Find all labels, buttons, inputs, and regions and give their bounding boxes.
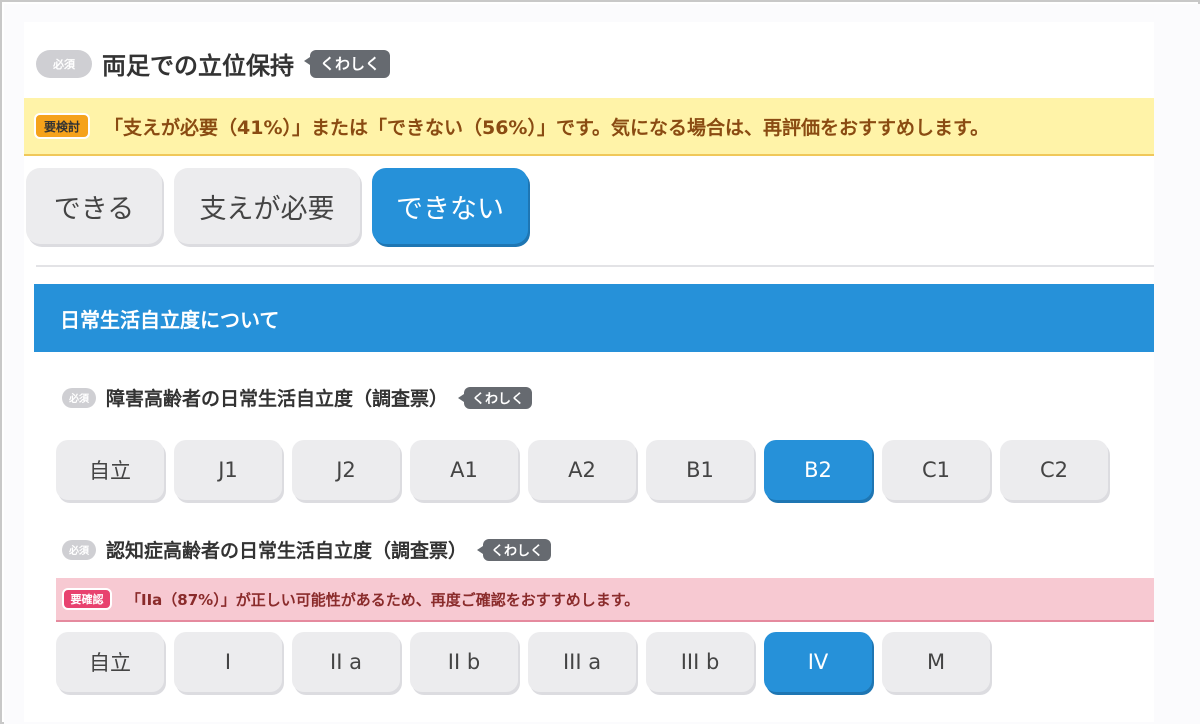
review-alert-text: 「支えが必要（41%）」または「できない（56%）」です。気になる場合は、再評価… (104, 116, 990, 139)
required-badge: 必須 (36, 49, 92, 78)
option-button[interactable]: C2 (1000, 440, 1108, 500)
option-button[interactable]: B2 (764, 440, 872, 500)
option-button[interactable]: I (174, 632, 282, 692)
question-label: 両足での立位保持 (102, 52, 294, 80)
option-button[interactable]: II a (292, 632, 400, 692)
option-button[interactable]: III a (528, 632, 636, 692)
page-canvas: 必須 両足での立位保持 くわしく 要検討 「支えが必要（41%）」または「できな… (4, 4, 1200, 724)
option-button[interactable]: IV (764, 632, 872, 692)
confirm-alert-text: 「IIa（87%）」が正しい可能性があるため、再度ご確認をおすすめします。 (126, 590, 640, 609)
detail-link[interactable]: くわしく (477, 538, 552, 561)
question-title-standing: 必須 両足での立位保持 くわしく (36, 46, 391, 81)
option-button[interactable]: A2 (528, 440, 636, 500)
option-can[interactable]: できる (26, 168, 162, 244)
option-button[interactable]: A1 (410, 440, 518, 500)
option-button[interactable]: M (882, 632, 990, 692)
question-title-disability: 必須 障害高齢者の日常生活自立度（調査票） くわしく (62, 384, 533, 411)
question-label: 障害高齢者の日常生活自立度（調査票） (106, 388, 449, 410)
confirm-badge: 要確認 (62, 588, 112, 610)
option-button[interactable]: J1 (174, 440, 282, 500)
option-button[interactable]: J2 (292, 440, 400, 500)
section-header: 日常生活自立度について (34, 284, 1154, 352)
option-needs-support[interactable]: 支えが必要 (174, 168, 360, 244)
required-badge: 必須 (62, 387, 96, 408)
option-button[interactable]: II b (410, 632, 518, 692)
option-button[interactable]: C1 (882, 440, 990, 500)
question-label: 認知症高齢者の日常生活自立度（調査票） (106, 540, 468, 562)
option-button[interactable]: III b (646, 632, 754, 692)
window-frame: 必須 両足での立位保持 くわしく 要検討 「支えが必要（41%）」または「できな… (0, 0, 1200, 724)
divider (36, 265, 1154, 267)
option-button[interactable]: 自立 (56, 632, 164, 692)
detail-link[interactable]: くわしく (458, 386, 533, 409)
question-title-dementia: 必須 認知症高齢者の日常生活自立度（調査票） くわしく (62, 536, 552, 563)
review-alert: 要検討 「支えが必要（41%）」または「できない（56%）」です。気になる場合は… (24, 98, 1154, 156)
option-button[interactable]: B1 (646, 440, 754, 500)
option-cannot[interactable]: できない (372, 168, 528, 244)
option-button[interactable]: 自立 (56, 440, 164, 500)
review-badge: 要検討 (34, 113, 90, 139)
detail-link[interactable]: くわしく (303, 49, 391, 78)
form-content: 必須 両足での立位保持 くわしく 要検討 「支えが必要（41%）」または「できな… (24, 22, 1154, 722)
confirm-alert: 要確認 「IIa（87%）」が正しい可能性があるため、再度ご確認をおすすめします… (56, 578, 1154, 622)
required-badge: 必須 (62, 539, 96, 560)
